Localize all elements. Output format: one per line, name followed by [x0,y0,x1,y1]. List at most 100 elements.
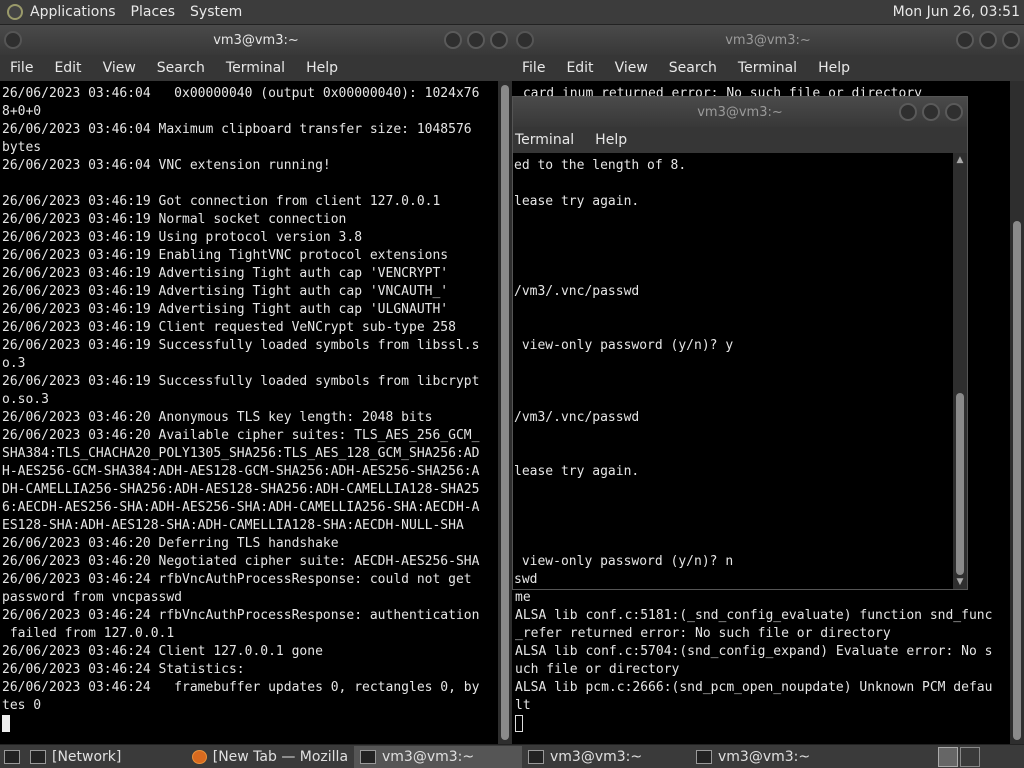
left-titlebar[interactable]: vm3@vm3:~ [0,25,512,55]
terminal-line: 26/06/2023 03:46:19 Advertising Tight au… [2,284,449,299]
overlay-titlebar[interactable]: vm3@vm3:~ [513,97,967,127]
terminal-line: 26/06/2023 03:46:04 Maximum clipboard tr… [2,122,472,137]
menu-help[interactable]: Help [818,60,850,76]
terminal-line: 26/06/2023 03:46:19 Client requested VeN… [2,320,456,335]
right-scrollbar[interactable] [1010,81,1024,744]
maximize-icon[interactable] [979,31,997,49]
terminal-line: _refer returned error: No such file or d… [515,626,891,641]
close-icon[interactable] [1002,31,1020,49]
terminal-line: ES128-SHA:ADH-AES128-SHA:ADH-CAMELLIA128… [2,518,464,533]
terminal-line: SHA384:TLS_CHACHA20_POLY1305_SHA256:TLS_… [2,446,480,461]
clock[interactable]: Mon Jun 26, 03:51 [893,4,1020,20]
taskbar-item-terminal-1[interactable]: vm3@vm3:~ [354,745,522,768]
overlay-menubar: Terminal Help [513,127,967,153]
system-menu[interactable]: System [190,4,242,20]
terminal-line: ALSA lib conf.c:5704:(snd_config_expand)… [515,644,993,659]
terminal-line: ALSA lib pcm.c:2666:(snd_pcm_open_noupda… [515,680,993,695]
scroll-down-icon[interactable]: ▼ [955,577,965,587]
right-scroll-thumb[interactable] [1013,221,1021,740]
menu-view[interactable]: View [615,60,648,76]
terminal-line: 26/06/2023 03:46:19 Using protocol versi… [2,230,363,245]
folder-icon [30,749,46,764]
terminal-line: /vm3/.vnc/passwd [514,284,640,299]
close-icon[interactable] [490,31,508,49]
menu-file[interactable]: File [522,60,545,76]
left-scrollbar[interactable] [498,81,512,744]
terminal-line: 26/06/2023 03:46:19 Normal socket connec… [2,212,347,227]
left-menubar: File Edit View Search Terminal Help [0,55,512,81]
terminal-line: 26/06/2023 03:46:24 rfbVncAuthProcessRes… [2,608,480,623]
overlay-scroll-thumb[interactable] [956,393,964,575]
terminal-line: ALSA lib conf.c:5181:(_snd_config_evalua… [515,608,993,623]
maximize-icon[interactable] [467,31,485,49]
terminal-line: ed to the length of 8. [514,158,687,173]
left-window-title: vm3@vm3:~ [213,32,299,48]
left-scroll-thumb[interactable] [501,85,509,740]
left-terminal-output[interactable]: 26/06/2023 03:46:04 0x00000040 (output 0… [0,85,498,744]
firefox-icon [192,749,207,764]
terminal-line: swd [514,572,538,587]
taskbar-item-network[interactable]: [Network] [24,746,186,768]
show-desktop-button[interactable] [0,746,24,768]
terminal-line: lt [515,698,531,713]
terminal-line: 26/06/2023 03:46:20 Anonymous TLS key le… [2,410,433,425]
terminal-icon [528,749,544,764]
terminal-line: uch file or directory [515,662,680,677]
taskbar-item-terminal-2[interactable]: vm3@vm3:~ [522,746,690,768]
window-menu-icon[interactable] [516,31,534,49]
minimize-icon[interactable] [444,31,462,49]
menu-help[interactable]: Help [306,60,338,76]
terminal-line: 6:AECDH-AES256-SHA:ADH-AES256-SHA:ADH-CA… [2,500,480,515]
minimize-icon[interactable] [956,31,974,49]
workspace-2[interactable] [960,747,980,767]
menu-search[interactable]: Search [669,60,717,76]
window-menu-icon[interactable] [4,31,22,49]
right-titlebar[interactable]: vm3@vm3:~ [512,25,1024,55]
overlay-scrollbar[interactable]: ▲ ▼ [953,153,967,589]
menu-terminal[interactable]: Terminal [226,60,285,76]
terminal-line: 26/06/2023 03:46:04 VNC extension runnin… [2,158,331,173]
overlay-window-title: vm3@vm3:~ [697,104,783,120]
menu-terminal[interactable]: Terminal [515,132,574,148]
terminal-line: 26/06/2023 03:46:19 Got connection from … [2,194,441,209]
right-terminal-output-bottom[interactable]: me ALSA lib conf.c:5181:(_snd_config_eval… [512,589,1010,744]
taskbar-item-terminal-3[interactable]: vm3@vm3:~ [690,746,858,768]
scroll-up-icon[interactable]: ▲ [955,155,965,165]
terminal-line: lease try again. [514,194,640,209]
menu-edit[interactable]: Edit [54,60,81,76]
terminal-line: 26/06/2023 03:46:19 Successfully loaded … [2,374,480,389]
menu-view[interactable]: View [103,60,136,76]
workspace-1[interactable] [938,747,958,767]
menu-help[interactable]: Help [595,132,627,148]
bottom-panel: [Network] [New Tab — Mozilla... vm3@vm3:… [0,744,1024,768]
terminal-cursor [2,715,10,732]
menu-terminal[interactable]: Terminal [738,60,797,76]
applications-menu[interactable]: Applications [30,4,116,20]
overlay-terminal-output[interactable]: ed to the length of 8. lease try again. … [513,157,953,589]
minimize-icon[interactable] [899,103,917,121]
places-menu[interactable]: Places [131,4,176,20]
terminal-line: failed from 127.0.0.1 [2,626,175,641]
terminal-line: view-only password (y/n)? n [514,554,734,569]
maximize-icon[interactable] [922,103,940,121]
close-icon[interactable] [945,103,963,121]
terminal-line: 26/06/2023 03:46:20 Available cipher sui… [2,428,480,443]
menu-search[interactable]: Search [157,60,205,76]
terminal-line: /vm3/.vnc/passwd [514,410,640,425]
gnome-menu-icon[interactable] [4,1,26,23]
menu-edit[interactable]: Edit [566,60,593,76]
terminal-line: 26/06/2023 03:46:19 Advertising Tight au… [2,266,449,281]
menu-file[interactable]: File [10,60,33,76]
terminal-line: bytes [2,140,42,155]
taskbar-item-firefox[interactable]: [New Tab — Mozilla... [186,746,354,768]
